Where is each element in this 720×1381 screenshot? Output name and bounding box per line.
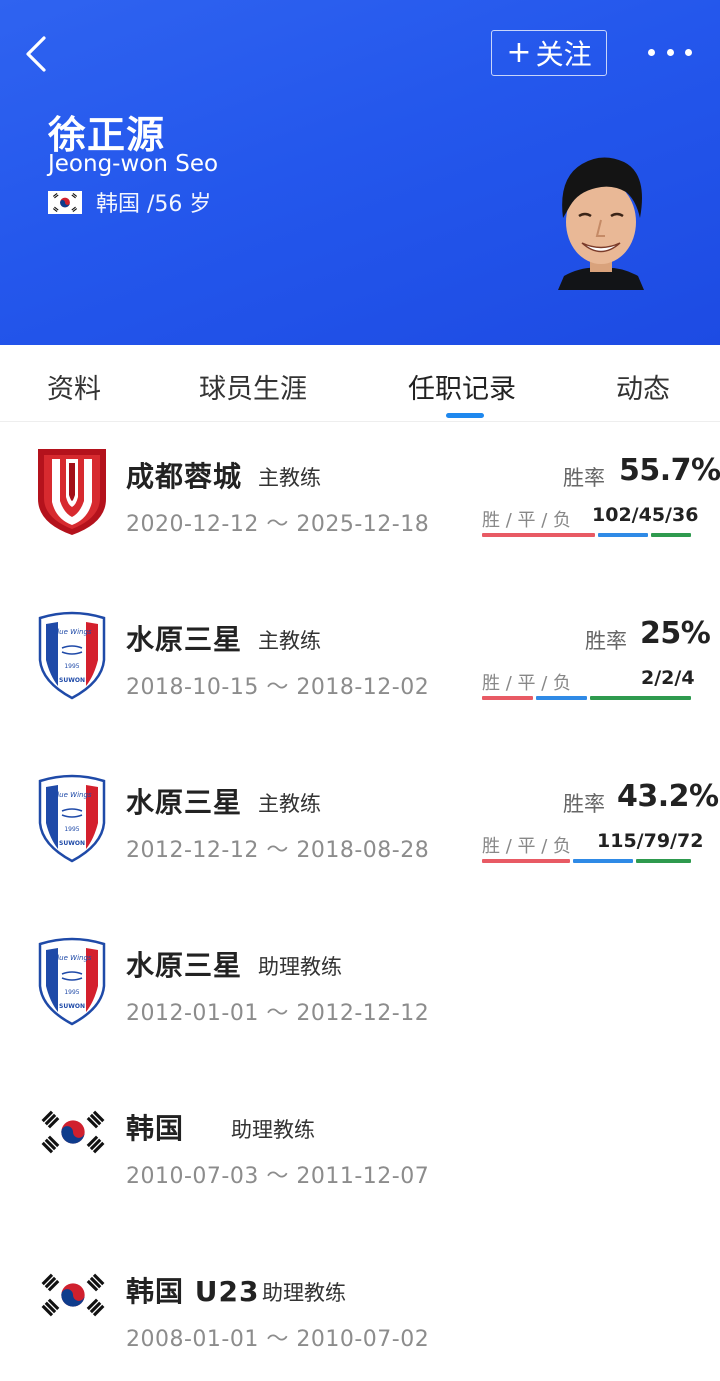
badge-top-text: Blue Wings <box>52 628 91 636</box>
wdl-label: 胜 / 平 / 负 <box>482 510 572 531</box>
win-rate-value: 25% <box>640 616 711 651</box>
tenure-dates: 2012-01-01 ～ 2012-12-12 <box>126 1001 430 1026</box>
suwon-samsung-logo: Blue Wings 1995 SUWON <box>38 774 106 863</box>
wdl-value: 2/2/4 <box>641 667 695 689</box>
profile-header: + 关注 徐正源 Jeong-won Seo 韩国 /56 岁 <box>0 0 720 345</box>
coach-role: 助理教练 <box>262 1281 346 1305</box>
badge-bottom-text: SUWON <box>59 840 85 847</box>
coach-role: 助理教练 <box>231 1118 315 1142</box>
follow-label: 关注 <box>535 38 592 71</box>
coach-name-english: Jeong-won Seo <box>48 151 219 177</box>
coaching-record-item[interactable]: 成都蓉城 主教练 2020-12-12 ～ 2025-12-18 胜率 55.7… <box>0 425 720 588</box>
nationality-age: 韩国 /56 岁 <box>96 192 212 217</box>
korea-flag-logo <box>41 1110 105 1154</box>
nationality-row: 韩国 /56 岁 <box>48 186 211 218</box>
tab-news[interactable]: 动态 <box>616 367 670 406</box>
tenure-dates: 2008-01-01 ～ 2010-07-02 <box>126 1327 430 1352</box>
tenure-dates: 2018-10-15 ～ 2018-12-02 <box>126 675 430 700</box>
badge-bottom-text: SUWON <box>59 1003 85 1010</box>
loss-bar-segment <box>589 696 691 700</box>
coaching-record-item[interactable]: Blue Wings 1995 SUWON 水原三星 主教练 2018-10-1… <box>0 588 720 751</box>
korea-flag-logo <box>41 1273 105 1317</box>
win-bar-segment <box>482 696 533 700</box>
badge-bottom-text: SUWON <box>59 677 85 684</box>
tab-player-career[interactable]: 球员生涯 <box>199 367 307 406</box>
coach-avatar <box>558 157 644 290</box>
tenure-dates: 2012-12-12 ～ 2018-08-28 <box>126 838 430 863</box>
wdl-bar <box>482 859 691 863</box>
tab-coaching-record[interactable]: 任职记录 <box>408 367 516 406</box>
plus-icon: + <box>506 35 532 70</box>
more-dots-icon <box>648 48 655 56</box>
loss-bar-segment <box>636 859 691 863</box>
team-name: 水原三星 <box>126 949 243 982</box>
win-rate-label: 胜率 <box>585 629 627 653</box>
win-rate-value: 55.7% <box>619 453 720 488</box>
wdl-bar <box>482 696 691 700</box>
wdl-label: 胜 / 平 / 负 <box>482 836 572 857</box>
coach-role: 主教练 <box>258 629 321 653</box>
korea-flag-icon <box>48 190 82 214</box>
draw-bar-segment <box>572 859 634 863</box>
tenure-dates: 2020-12-12 ～ 2025-12-18 <box>126 512 430 537</box>
wdl-bar <box>482 533 691 537</box>
team-name: 水原三星 <box>126 623 243 656</box>
team-name: 水原三星 <box>126 786 243 819</box>
wdl-value: 115/79/72 <box>597 830 704 852</box>
tab-profile[interactable]: 资料 <box>47 367 101 406</box>
suwon-samsung-logo: Blue Wings 1995 SUWON <box>38 937 106 1026</box>
win-rate-label: 胜率 <box>563 466 605 490</box>
loss-bar-segment <box>651 533 691 537</box>
back-arrow-icon <box>26 36 46 72</box>
chengdu-rongcheng-logo <box>38 449 106 535</box>
back-button[interactable] <box>18 34 58 74</box>
coach-role: 主教练 <box>258 466 321 490</box>
badge-top-text: Blue Wings <box>52 791 91 799</box>
team-name: 韩国 <box>126 1112 185 1145</box>
coaching-record-item[interactable]: Blue Wings 1995 SUWON 水原三星 主教练 2012-12-1… <box>0 751 720 914</box>
follow-button[interactable]: + 关注 <box>491 30 607 76</box>
win-rate-value: 43.2% <box>617 779 719 814</box>
coach-role: 主教练 <box>258 792 321 816</box>
profile-tabs: 资料 球员生涯 任职记录 动态 <box>0 345 720 422</box>
win-rate-label: 胜率 <box>563 792 605 816</box>
tenure-dates: 2010-07-03 ～ 2011-12-07 <box>126 1164 430 1189</box>
team-name: 成都蓉城 <box>126 460 243 493</box>
wdl-label: 胜 / 平 / 负 <box>482 673 572 694</box>
badge-year-text: 1995 <box>64 663 79 670</box>
draw-bar-segment <box>535 696 587 700</box>
badge-year-text: 1995 <box>64 826 79 833</box>
wdl-value: 102/45/36 <box>592 504 699 526</box>
coaching-record-item[interactable]: Blue Wings 1995 SUWON 水原三星 助理教练 2012-01-… <box>0 914 720 1077</box>
win-bar-segment <box>482 859 570 863</box>
coaching-record-item[interactable]: 韩国 助理教练 2010-07-03 ～ 2011-12-07 <box>0 1077 720 1240</box>
badge-top-text: Blue Wings <box>52 954 91 962</box>
win-bar-segment <box>482 533 596 537</box>
coaching-record-item[interactable]: 韩国 U23 助理教练 2008-01-01 ～ 2010-07-02 <box>0 1240 720 1381</box>
more-options-button[interactable] <box>648 38 692 66</box>
suwon-samsung-logo: Blue Wings 1995 SUWON <box>38 611 106 700</box>
coach-role: 助理教练 <box>258 955 342 979</box>
active-tab-indicator <box>446 413 484 418</box>
team-name: 韩国 U23 <box>126 1275 260 1308</box>
draw-bar-segment <box>598 533 649 537</box>
badge-year-text: 1995 <box>64 989 79 996</box>
